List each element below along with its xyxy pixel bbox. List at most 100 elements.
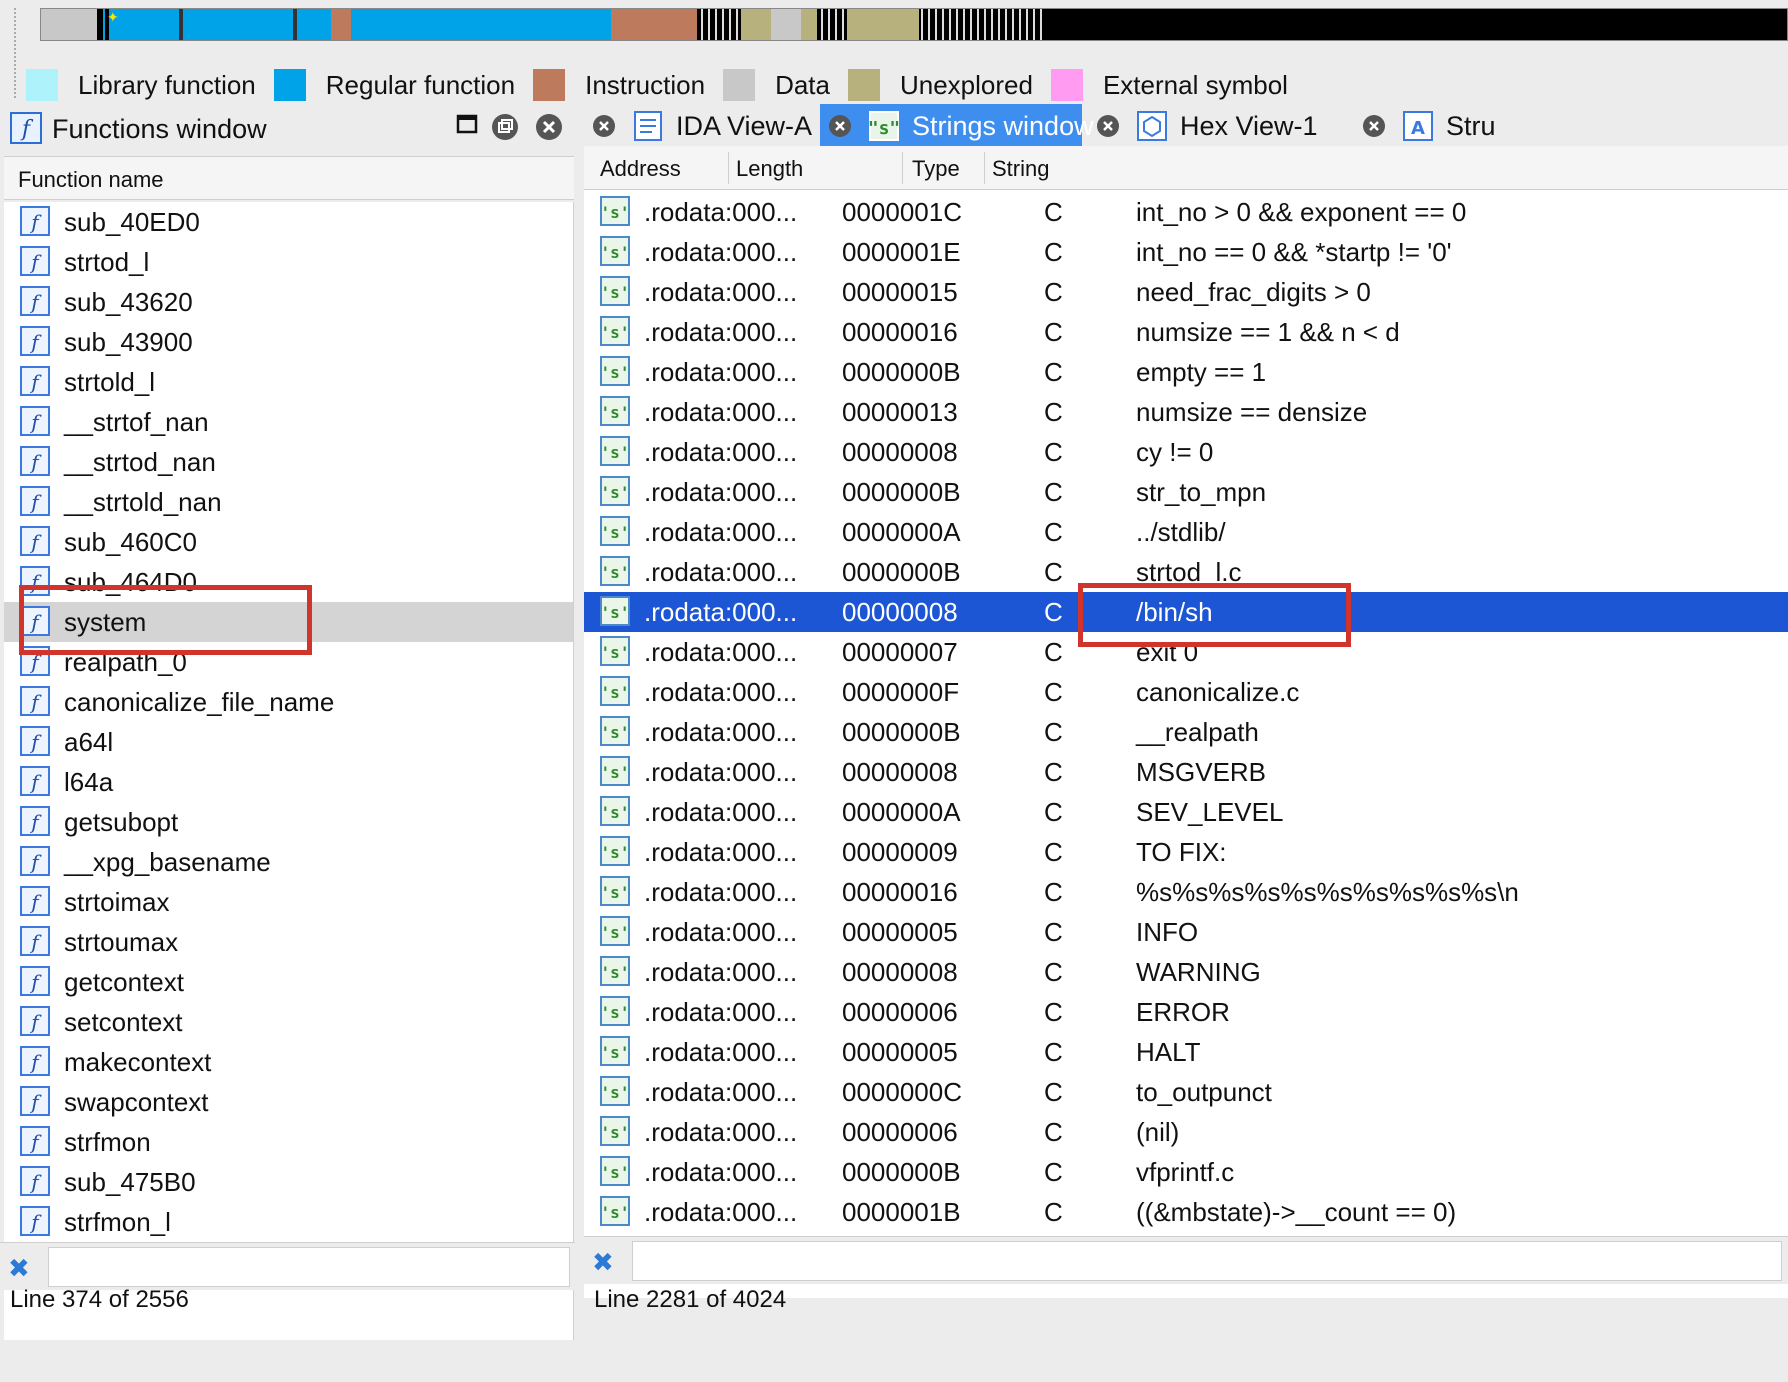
toolbar-grip[interactable] xyxy=(14,8,20,98)
string-icon: 's' xyxy=(600,1196,630,1231)
string-icon: 's' xyxy=(600,596,630,631)
svg-text:'s': 's' xyxy=(601,963,630,982)
column-header-string[interactable]: String xyxy=(992,156,1049,182)
string-row[interactable]: 's' .rodata:000... 0000000A C SEV_LEVEL xyxy=(584,792,1788,832)
string-row[interactable]: 's' .rodata:000... 0000000F Ccanonicalize.c xyxy=(584,672,1788,712)
length-cell: 0000001B xyxy=(842,1197,961,1227)
tab-hex-view-1[interactable]: Hex View-1 xyxy=(1088,104,1346,146)
function-row[interactable]: f strtold_l xyxy=(4,362,573,402)
string-row[interactable]: 's' .rodata:000... 00000006 C ERROR xyxy=(584,992,1788,1032)
svg-text:'s': 's' xyxy=(601,323,630,342)
function-row[interactable]: f sub_460C0 xyxy=(4,522,573,562)
tab-ida-view-a[interactable]: IDA View-A xyxy=(584,104,812,146)
function-row[interactable]: f makecontext xyxy=(4,1042,573,1082)
string-row[interactable]: 's' .rodata:000... 00000008 Ccy != 0 xyxy=(584,432,1788,472)
legend-label: Instruction xyxy=(585,69,706,100)
maximize-icon[interactable] xyxy=(452,112,482,142)
function-row[interactable]: f swapcontext xyxy=(4,1082,573,1122)
string-row[interactable]: 's' .rodata:000... 00000006 C (nil) xyxy=(584,1112,1788,1152)
clear-filter-icon[interactable]: ✖ xyxy=(8,1253,30,1284)
column-divider[interactable] xyxy=(984,152,985,184)
tab-strings-window[interactable]: "s" Strings window xyxy=(820,104,1094,146)
float-window-icon[interactable] xyxy=(490,112,520,142)
function-list[interactable]: f sub_40ED0 f strtod_l f sub_43620 f sub_43900 f… xyxy=(4,202,574,1340)
string-row[interactable]: 's' .rodata:000... 0000000C Cto_outpunct xyxy=(584,1072,1788,1112)
function-row[interactable]: f sub_43620 xyxy=(4,282,573,322)
function-row[interactable]: f getcontext xyxy=(4,962,573,1002)
navigation-segment xyxy=(998,9,1000,40)
string-row[interactable]: 's' .rodata:000... 00000015 Cneed_frac_digi… xyxy=(584,272,1788,312)
function-row[interactable]: f strfmon_l xyxy=(4,1202,573,1242)
legend-swatch xyxy=(723,69,756,101)
legend-item: Data xyxy=(723,68,830,102)
function-row[interactable]: f sub_43900 xyxy=(4,322,573,362)
function-row[interactable]: f setcontext xyxy=(4,1002,573,1042)
close-tab-icon[interactable] xyxy=(1362,114,1386,143)
string-row[interactable]: 's' .rodata:000... 00000009 C TO FIX: xyxy=(584,832,1788,872)
function-row[interactable]: f canonicalize_file_name xyxy=(4,682,573,722)
function-row[interactable]: f sub_40ED0 xyxy=(4,202,573,242)
column-header-address[interactable]: Address xyxy=(600,156,681,182)
functions-window-title: Functions window xyxy=(52,114,267,144)
navigation-band[interactable]: ✦ xyxy=(0,0,1788,98)
string-row[interactable]: 's' .rodata:000... 00000005 C INFO xyxy=(584,912,1788,952)
string-row[interactable]: 's' .rodata:000... 0000000B Cstr_to_mpn xyxy=(584,472,1788,512)
column-header-length[interactable]: Length xyxy=(736,156,803,182)
string-row[interactable]: 's' .rodata:000... 00000008 C MSGVERB xyxy=(584,752,1788,792)
string-row[interactable]: 's' .rodata:000... 0000000B Cvfprintf.c xyxy=(584,1152,1788,1192)
function-row[interactable]: f strtoimax xyxy=(4,882,573,922)
function-row[interactable]: f __strtof_nan xyxy=(4,402,573,442)
string-cell: cy != 0 xyxy=(1136,437,1214,467)
strings-table-body[interactable]: 's' .rodata:000... 0000001C Cint_no > 0 && … xyxy=(584,192,1788,1382)
close-tab-icon[interactable] xyxy=(828,114,852,143)
function-name-column-header[interactable]: Function name xyxy=(4,156,574,200)
string-row[interactable]: 's' .rodata:000... 00000016 C %s%s%s%s%s%s%s… xyxy=(584,872,1788,912)
length-cell: 0000000B xyxy=(842,357,961,387)
strings-filter-input[interactable] xyxy=(632,1241,1782,1281)
string-row[interactable]: 's' .rodata:000... 0000001E Cint_no == 0 &&… xyxy=(584,232,1788,272)
navigation-bar[interactable]: ✦ xyxy=(40,8,1788,41)
column-header-label: Function name xyxy=(18,167,164,192)
string-row[interactable]: 's' .rodata:000... 00000008 C WARNING xyxy=(584,952,1788,992)
function-row[interactable]: f getsubopt xyxy=(4,802,573,842)
legend-item: Instruction xyxy=(533,68,705,102)
close-tab-icon[interactable] xyxy=(592,114,616,143)
close-icon[interactable] xyxy=(534,112,564,142)
string-row[interactable]: 's' .rodata:000... 00000005 C HALT xyxy=(584,1032,1788,1072)
function-name: strtoumax xyxy=(64,927,179,957)
length-cell: 00000008 xyxy=(842,437,958,467)
legend-swatch xyxy=(1050,69,1083,101)
string-row[interactable]: 's' .rodata:000... 0000000B C __realpath xyxy=(584,712,1788,752)
tab-stru[interactable]: A Stru xyxy=(1354,104,1594,146)
function-name: strtoimax xyxy=(64,887,170,917)
navigation-cursor-icon[interactable]: ✦ xyxy=(107,10,119,24)
column-divider[interactable] xyxy=(728,152,729,184)
string-row[interactable]: 's' .rodata:000... 0000000A C ../stdlib/ xyxy=(584,512,1788,552)
function-name: strfmon xyxy=(64,1127,151,1157)
column-header-type[interactable]: Type xyxy=(912,156,960,182)
close-tab-icon[interactable] xyxy=(1096,114,1120,143)
column-divider[interactable] xyxy=(902,152,903,184)
highlight-bin-sh-string xyxy=(1078,583,1351,647)
functions-filter-input[interactable] xyxy=(48,1247,570,1287)
string-row[interactable]: 's' .rodata:000... 00000013 Cnumsize == den… xyxy=(584,392,1788,432)
clear-filter-icon[interactable]: ✖ xyxy=(592,1247,614,1278)
string-row[interactable]: 's' .rodata:000... 00000016 Cnumsize == 1 &… xyxy=(584,312,1788,352)
legend-label: Regular function xyxy=(325,69,516,100)
function-row[interactable]: f strtod_l xyxy=(4,242,573,282)
function-row[interactable]: f a64l xyxy=(4,722,573,762)
function-row[interactable]: f strfmon xyxy=(4,1122,573,1162)
address-cell: .rodata:000... xyxy=(644,637,798,667)
function-row[interactable]: f l64a xyxy=(4,762,573,802)
function-row[interactable]: f __strtod_nan xyxy=(4,442,573,482)
function-name: canonicalize_file_name xyxy=(64,687,335,717)
function-row[interactable]: f sub_475B0 xyxy=(4,1162,573,1202)
function-row[interactable]: f __strtold_nan xyxy=(4,482,573,522)
length-cell: 00000006 xyxy=(842,997,958,1027)
string-row[interactable]: 's' .rodata:000... 0000001C Cint_no > 0 && … xyxy=(584,192,1788,232)
function-row[interactable]: f __xpg_basename xyxy=(4,842,573,882)
string-row[interactable]: 's' .rodata:000... 0000000B Cempty == 1 xyxy=(584,352,1788,392)
function-row[interactable]: f strtoumax xyxy=(4,922,573,962)
functions-window-title-bar[interactable]: f Functions window xyxy=(0,106,575,152)
string-row[interactable]: 's' .rodata:000... 0000001B C ((&mbstate)->_… xyxy=(584,1192,1788,1232)
